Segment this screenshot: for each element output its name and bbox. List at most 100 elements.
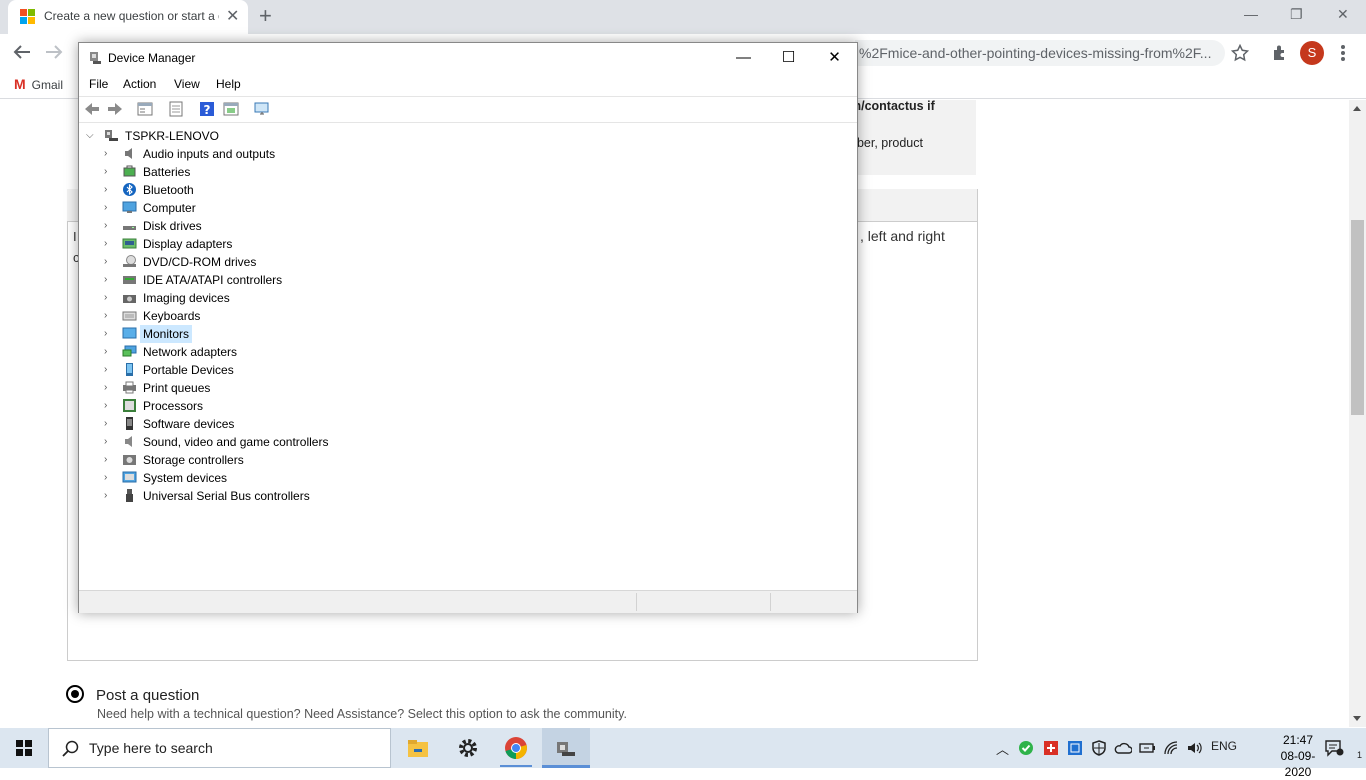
expand-chevron-icon[interactable]: › — [104, 490, 107, 501]
lenovo-vantage-icon[interactable] — [1067, 740, 1083, 756]
expand-chevron-icon[interactable]: › — [104, 436, 107, 447]
expand-chevron-icon[interactable]: › — [104, 238, 107, 249]
expand-chevron-icon[interactable]: › — [104, 202, 107, 213]
close-button[interactable]: ✕ — [812, 43, 857, 73]
expand-chevron-icon[interactable]: › — [104, 292, 107, 303]
clock[interactable]: 21:47 08-09-2020 — [1268, 732, 1328, 780]
device-category-display-adapters[interactable]: › Display adapters — [80, 235, 480, 253]
expand-chevron-icon[interactable]: › — [104, 166, 107, 177]
close-tab-icon[interactable]: ✕ — [226, 6, 239, 26]
device-category-sound-video-and-game-controllers[interactable]: › Sound, video and game controllers — [80, 433, 480, 451]
scan-hardware-icon[interactable] — [254, 101, 270, 117]
expand-chevron-icon[interactable]: › — [104, 472, 107, 483]
wifi-icon[interactable] — [1163, 740, 1181, 756]
title-bar[interactable]: Device Manager — ☐ ✕ — [79, 43, 857, 73]
device-category-bluetooth[interactable]: › Bluetooth — [80, 181, 480, 199]
tree-root[interactable]: ⌵ TSPKR-LENOVO — [80, 127, 480, 145]
battery-plugged-icon[interactable] — [1139, 740, 1157, 756]
device-category-network-adapters[interactable]: › Network adapters — [80, 343, 480, 361]
forward-arrow-icon[interactable] — [44, 43, 64, 61]
expand-chevron-icon[interactable]: › — [104, 310, 107, 321]
view-resources-icon[interactable] — [223, 101, 239, 117]
scroll-down-icon[interactable] — [1352, 715, 1362, 723]
expand-chevron-icon[interactable]: › — [104, 256, 107, 267]
action-center-notification-icon[interactable] — [1324, 739, 1344, 757]
expand-chevron-icon[interactable]: › — [104, 274, 107, 285]
browser-close-button[interactable]: ✕ — [1337, 6, 1349, 23]
device-category-batteries[interactable]: › Batteries — [80, 163, 480, 181]
forward-icon[interactable] — [107, 101, 123, 117]
post-question-label[interactable]: Post a question — [96, 687, 199, 704]
windows-start-icon[interactable] — [16, 740, 32, 756]
device-category-print-queues[interactable]: › Print queues — [80, 379, 480, 397]
properties-icon[interactable] — [137, 101, 153, 117]
expand-chevron-icon[interactable]: › — [104, 400, 107, 411]
device-manager-taskbar-button[interactable] — [542, 728, 590, 768]
device-manager-taskbar-icon — [557, 742, 575, 756]
contact-notice: m/contactus if nber, product — [850, 99, 976, 175]
language-indicator[interactable]: ENG — [1211, 739, 1237, 753]
browser-restore-button[interactable]: ❐ — [1290, 6, 1303, 23]
settings-gear-icon[interactable] — [456, 736, 480, 760]
menu-help[interactable]: Help — [216, 77, 241, 91]
file-explorer-icon[interactable] — [406, 736, 430, 760]
device-category-label: IDE ATA/ATAPI controllers — [143, 273, 283, 287]
expand-chevron-icon[interactable]: › — [104, 454, 107, 465]
help-icon[interactable]: ? — [199, 101, 215, 117]
expand-chevron-icon[interactable]: › — [104, 184, 107, 195]
gmail-bookmark[interactable]: M Gmail — [14, 76, 63, 92]
taskbar-search-box[interactable]: Type here to search — [48, 728, 391, 768]
device-category-monitors[interactable]: › Monitors — [80, 325, 480, 343]
menu-action[interactable]: Action — [123, 77, 156, 91]
address-bar[interactable]: %2Fmice-and-other-pointing-devices-missi… — [855, 40, 1225, 66]
device-category-system-devices[interactable]: › System devices — [80, 469, 480, 487]
maximize-button[interactable]: ☐ — [766, 43, 811, 73]
bookmark-star-icon[interactable] — [1231, 44, 1249, 62]
back-arrow-icon[interactable] — [12, 43, 32, 61]
expand-chevron-icon[interactable]: › — [104, 346, 107, 357]
device-category-processors[interactable]: › Processors — [80, 397, 480, 415]
device-category-label: System devices — [143, 471, 228, 485]
back-icon[interactable] — [84, 101, 100, 117]
post-question-radio[interactable] — [66, 685, 84, 703]
volume-icon[interactable] — [1186, 740, 1204, 756]
device-category-dvd-cd-rom-drives[interactable]: › DVD/CD-ROM drives — [80, 253, 480, 271]
browser-minimize-button[interactable]: — — [1244, 6, 1258, 22]
page-scrollbar-thumb[interactable] — [1351, 220, 1364, 415]
device-category-portable-devices[interactable]: › Portable Devices — [80, 361, 480, 379]
device-category-software-devices[interactable]: › Software devices — [80, 415, 480, 433]
device-category-disk-drives[interactable]: › Disk drives — [80, 217, 480, 235]
device-category-audio-inputs-and-outputs[interactable]: › Audio inputs and outputs — [80, 145, 480, 163]
expand-chevron-icon[interactable]: › — [104, 382, 107, 393]
update-driver-icon[interactable] — [168, 101, 184, 117]
windows-security-shield-icon[interactable] — [1091, 740, 1107, 756]
expand-chevron-icon[interactable]: › — [104, 364, 107, 375]
device-category-imaging-devices[interactable]: › Imaging devices — [80, 289, 480, 307]
extensions-puzzle-icon[interactable] — [1271, 44, 1289, 62]
device-category-ide-ata-atapi-controllers[interactable]: › IDE ATA/ATAPI controllers — [80, 271, 480, 289]
security-check-icon[interactable] — [1018, 740, 1034, 756]
device-category-computer[interactable]: › Computer — [80, 199, 480, 217]
browser-tab[interactable]: Create a new question or start a discuss… — [8, 0, 248, 34]
expand-chevron-icon[interactable]: › — [104, 418, 107, 429]
show-hidden-icons-chevron-icon[interactable]: ︿ — [996, 739, 1009, 758]
device-category-keyboards[interactable]: › Keyboards — [80, 307, 480, 325]
chrome-menu-icon[interactable] — [1338, 43, 1348, 63]
expand-chevron-icon[interactable]: › — [104, 148, 107, 159]
menu-file[interactable]: File — [89, 77, 108, 91]
menu-view[interactable]: View — [174, 77, 200, 91]
profile-avatar[interactable]: S — [1300, 41, 1324, 65]
expand-chevron-icon[interactable]: › — [104, 220, 107, 231]
antivirus-icon[interactable] — [1043, 740, 1059, 756]
minimize-button[interactable]: — — [721, 43, 766, 73]
onedrive-cloud-icon[interactable] — [1114, 740, 1132, 756]
device-category-universal-serial-bus-controllers[interactable]: › Universal Serial Bus controllers — [80, 487, 480, 505]
status-divider — [770, 593, 771, 611]
scroll-up-icon[interactable] — [1352, 104, 1362, 112]
device-category-storage-controllers[interactable]: › Storage controllers — [80, 451, 480, 469]
new-tab-button[interactable]: + — [259, 3, 272, 29]
window-title: Device Manager — [108, 51, 196, 65]
collapse-chevron-icon[interactable]: ⌵ — [86, 130, 94, 141]
chrome-icon[interactable] — [504, 736, 528, 760]
expand-chevron-icon[interactable]: › — [104, 328, 107, 339]
